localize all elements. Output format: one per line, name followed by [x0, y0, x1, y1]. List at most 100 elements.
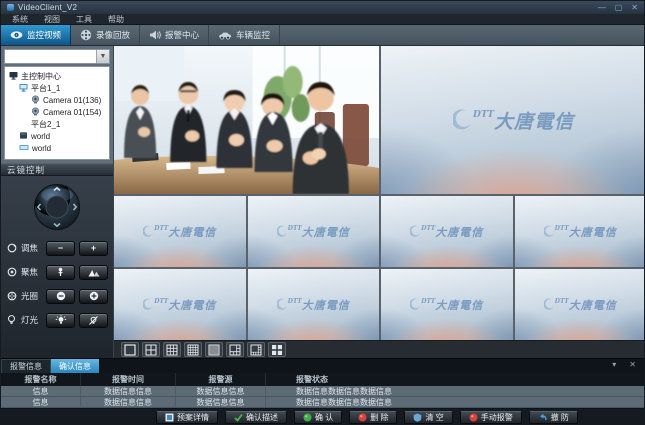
- layout-switch-bar: [114, 340, 645, 358]
- green-dot-icon: [303, 413, 312, 422]
- menu-bar: 系统 视图 工具 帮助: [1, 14, 644, 25]
- video-display-area: DTT 大唐電信 DTT大唐電信 DTT大唐電信 DTT大唐電信 DTT大唐電信…: [114, 46, 645, 358]
- zoom-in-button[interactable]: +: [79, 241, 108, 256]
- confirm-describe-button[interactable]: 确认描述: [225, 411, 287, 424]
- crescent-icon: [410, 225, 421, 238]
- layout-1-icon: [124, 344, 136, 356]
- focus-near-button[interactable]: [46, 265, 75, 280]
- tree-item-world-2[interactable]: world: [7, 142, 107, 154]
- tab-monitor-video[interactable]: 监控视频: [1, 25, 71, 45]
- circled-plus-icon: [89, 291, 99, 301]
- crescent-icon: [544, 225, 555, 238]
- crescent-icon: [410, 298, 421, 311]
- layout-8-icon: [250, 344, 262, 356]
- delete-button[interactable]: 删 除: [349, 411, 397, 424]
- car-icon: [218, 29, 232, 41]
- crescent-icon: [453, 109, 473, 131]
- meeting-video-frame: [114, 46, 379, 194]
- video-cell[interactable]: DTT大唐電信: [114, 269, 246, 340]
- menu-help[interactable]: 帮助: [101, 14, 131, 25]
- chevron-down-icon[interactable]: ▼: [96, 50, 109, 63]
- layout-8-button[interactable]: [247, 342, 265, 357]
- layout-25-button[interactable]: [205, 342, 223, 357]
- collapse-panel-icon[interactable]: ▾: [612, 360, 616, 370]
- datang-logo: DTT大唐電信: [277, 224, 350, 240]
- sidebar: ▼ 主控制中心 平台1_1 Camera 01(136) Camera 01(1…: [1, 46, 114, 358]
- app-icon: [7, 4, 14, 11]
- layout-4-button[interactable]: [142, 342, 160, 357]
- disarm-button[interactable]: 撤 防: [529, 411, 578, 424]
- alarm-table-row[interactable]: 信息 数据信息信息 数据信息信息 数据信息数据信息数据信息: [1, 397, 644, 408]
- layout-1-button[interactable]: [121, 342, 139, 357]
- video-client-window: VideoClient_V2 — ▢ ✕ 系统 视图 工具 帮助 监控视频 录像…: [0, 0, 645, 425]
- menu-view[interactable]: 视图: [37, 14, 67, 25]
- tab-alarm-info[interactable]: 报警信息: [1, 359, 51, 373]
- tab-vehicle-monitor[interactable]: 车辆监控: [209, 25, 280, 45]
- plan-detail-button[interactable]: 预案详情: [156, 411, 218, 424]
- video-cell-live[interactable]: [114, 46, 379, 194]
- mountain-far-icon: [88, 268, 100, 277]
- crescent-icon: [277, 225, 288, 238]
- layout-wall-button[interactable]: [268, 342, 286, 357]
- maximize-button[interactable]: ▢: [615, 4, 623, 12]
- close-button[interactable]: ✕: [631, 4, 638, 12]
- video-cell[interactable]: DTT大唐電信: [114, 196, 246, 267]
- light-off-button[interactable]: [79, 313, 108, 328]
- video-grid: DTT 大唐電信 DTT大唐電信 DTT大唐電信 DTT大唐電信 DTT大唐電信…: [114, 46, 645, 340]
- bulb-icon: [6, 315, 17, 326]
- ptz-dpad[interactable]: [33, 183, 81, 231]
- speaker-icon: [149, 29, 161, 41]
- tab-alarm-center[interactable]: 报警中心: [140, 25, 209, 45]
- ptz-panel-header: 云镜控制: [1, 163, 113, 176]
- datang-logo: DTT大唐電信: [143, 224, 216, 240]
- datang-logo: DTT大唐電信: [410, 297, 483, 313]
- alarm-tabs: 报警信息 确认信息 ▾ ✕: [1, 359, 644, 373]
- video-cell[interactable]: DTT大唐電信: [248, 196, 380, 267]
- video-cell[interactable]: DTT大唐電信: [381, 269, 513, 340]
- title-bar: VideoClient_V2 — ▢ ✕: [1, 1, 644, 14]
- col-alarm-source: 报警源: [176, 373, 266, 386]
- confirm-button[interactable]: 确 认: [294, 411, 342, 424]
- tab-playback[interactable]: 录像回放: [71, 25, 140, 45]
- datang-logo: DTT 大唐電信: [453, 107, 574, 134]
- clear-button[interactable]: 清 空: [404, 411, 452, 424]
- video-cell[interactable]: DTT大唐電信: [515, 196, 645, 267]
- tree-item-platform1[interactable]: 平台1_1: [7, 82, 107, 94]
- focus-far-button[interactable]: [79, 265, 108, 280]
- video-cell[interactable]: DTT大唐電信: [381, 196, 513, 267]
- layout-6-button[interactable]: [226, 342, 244, 357]
- col-alarm-status: 报警状态: [266, 373, 644, 386]
- ptz-iris-row: 光圈: [6, 288, 108, 304]
- device-dropdown[interactable]: ▼: [4, 49, 110, 64]
- menu-system[interactable]: 系统: [5, 14, 35, 25]
- tab-confirm-info[interactable]: 确认信息: [51, 359, 99, 373]
- minimize-button[interactable]: —: [598, 4, 606, 12]
- shield-blue-icon: [413, 413, 422, 422]
- alarm-table-header: 报警名称 报警时间 报警源 报警状态: [1, 373, 644, 386]
- light-on-button[interactable]: [46, 313, 75, 328]
- iris-open-button[interactable]: [79, 289, 108, 304]
- bulb-off-icon: [88, 315, 99, 326]
- video-cell[interactable]: DTT 大唐電信: [381, 46, 645, 194]
- close-panel-icon[interactable]: ✕: [629, 360, 636, 370]
- layout-9-button[interactable]: [163, 342, 181, 357]
- device-tree: 主控制中心 平台1_1 Camera 01(136) Camera 01(154…: [4, 66, 110, 160]
- menu-tools[interactable]: 工具: [69, 14, 99, 25]
- tab-label: 车辆监控: [236, 29, 270, 41]
- layout-25-icon: [208, 344, 220, 356]
- alarm-table-row[interactable]: 信息 数据信息信息 数据信息信息 数据信息数据信息数据信息: [1, 386, 644, 397]
- manual-alarm-button[interactable]: 手动报警: [460, 411, 522, 424]
- video-cell[interactable]: DTT大唐電信: [248, 269, 380, 340]
- zoom-out-button[interactable]: −: [46, 241, 75, 256]
- detail-square-icon: [165, 413, 174, 422]
- tree-item-camera-154[interactable]: Camera 01(154): [7, 106, 107, 118]
- video-cell[interactable]: DTT大唐電信: [515, 269, 645, 340]
- col-alarm-time: 报警时间: [81, 373, 176, 386]
- ptz-title: 云镜控制: [7, 164, 45, 176]
- monitor-blue-icon: [19, 79, 28, 97]
- tab-label: 监控视频: [27, 29, 61, 41]
- layout-16-icon: [187, 344, 199, 356]
- layout-16-button[interactable]: [184, 342, 202, 357]
- eye-icon: [10, 29, 23, 41]
- iris-close-button[interactable]: [46, 289, 75, 304]
